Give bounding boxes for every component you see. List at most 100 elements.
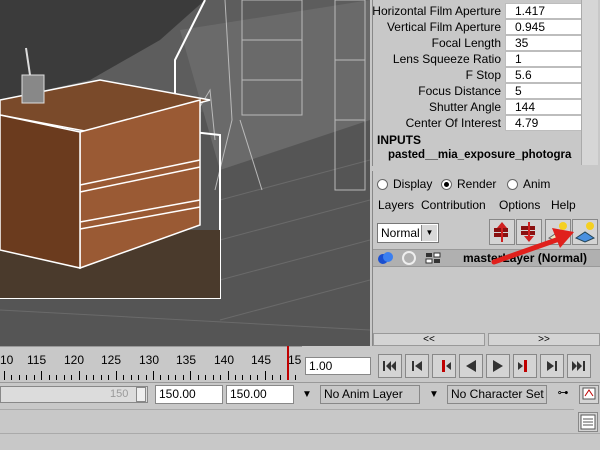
attr-label: Center Of Interest [405, 116, 501, 130]
script-editor-button[interactable] [578, 412, 598, 432]
timeline-tick [167, 375, 169, 380]
radio-render-label: Render [457, 177, 497, 191]
range-end-label: 150 [110, 388, 129, 400]
blend-mode-value: Normal [381, 226, 420, 240]
attr-row-focal-length: Focal Length 35 [373, 35, 587, 51]
blend-mode-select[interactable]: Normal ▼ [377, 223, 439, 243]
attribute-scrollbar[interactable] [581, 0, 598, 165]
timeline-tick [26, 375, 28, 380]
attr-value-field[interactable]: 35 [505, 35, 585, 51]
timeline-tick [272, 375, 274, 380]
timeline-tick [123, 375, 125, 380]
timeline-tick [71, 375, 73, 380]
attr-label: Focus Distance [418, 84, 501, 98]
timeline-tick [220, 375, 222, 380]
current-frame-marker[interactable] [287, 346, 299, 380]
timeline-tick [249, 375, 251, 380]
nav-left-button[interactable]: << [373, 333, 485, 346]
attr-label: Shutter Angle [428, 100, 501, 114]
timeline-tick [190, 371, 192, 380]
command-line[interactable] [0, 409, 574, 431]
skip-to-end-button[interactable] [567, 354, 591, 378]
timeline-tick [18, 375, 20, 380]
timeline-tick [153, 371, 154, 380]
tick-label: 125 [101, 353, 122, 367]
character-set-select[interactable]: No Character Set [447, 385, 547, 404]
attr-row-f-stop: F Stop 5.6 [373, 67, 587, 83]
timeline-tick [130, 375, 132, 380]
attr-value-field[interactable]: 1.417 [505, 3, 585, 19]
step-back-button[interactable] [405, 354, 429, 378]
step-forward-icon [547, 361, 557, 371]
radio-anim-dot[interactable] [507, 178, 518, 190]
preferences-icon[interactable] [579, 385, 599, 404]
play-forward-button[interactable] [486, 354, 510, 378]
attr-label: Vertical Film Aperture [386, 20, 501, 34]
timeline-tick [175, 375, 177, 380]
timeline-tick [205, 375, 207, 380]
chevron-down-icon[interactable]: ▼ [425, 385, 443, 404]
timeline-tick [4, 371, 5, 380]
range-slider-handle[interactable] [136, 387, 146, 402]
tick-label: 115 [27, 353, 47, 367]
menu-layers[interactable]: Layers [378, 198, 414, 212]
menu-help[interactable]: Help [551, 198, 576, 212]
viewport-3d[interactable] [0, 0, 370, 346]
timeline-tick [234, 375, 236, 380]
timeline-tick [212, 375, 214, 380]
chevron-down-icon[interactable]: ▼ [298, 385, 316, 404]
radio-render-dot[interactable] [441, 178, 452, 190]
radio-anim[interactable]: Anim [507, 177, 550, 191]
menu-options[interactable]: Options [499, 198, 540, 212]
end-time-field[interactable]: 150.00 [155, 385, 223, 404]
attr-row-vertical-film-aperture: Vertical Film Aperture 0.945 [373, 19, 587, 35]
attr-value-field[interactable]: 1 [505, 51, 585, 67]
next-key-icon [518, 360, 527, 372]
attr-row-focus-distance: Focus Distance 5 [373, 83, 587, 99]
inputs-node-name[interactable]: pasted__mia_exposure_photogra [388, 149, 571, 161]
radio-render[interactable]: Render [441, 177, 496, 191]
attr-value-field[interactable]: 144 [505, 99, 585, 115]
prev-key-icon [442, 360, 451, 372]
attr-value-field[interactable]: 5.6 [505, 67, 585, 83]
render-settings-icon[interactable] [424, 250, 442, 266]
annotation-arrow-icon [491, 228, 574, 265]
nav-right-button[interactable]: >> [488, 333, 600, 346]
attr-value-field[interactable]: 4.79 [505, 115, 585, 131]
attr-label: F Stop [465, 68, 501, 82]
attr-value-field[interactable]: 0.945 [505, 19, 585, 35]
anim-layer-select[interactable]: No Anim Layer [320, 385, 420, 404]
tick-label: 130 [139, 353, 160, 367]
recycle-icon[interactable] [400, 250, 418, 266]
attr-row-horizontal-film-aperture: Horizontal Film Aperture 1.417 [372, 3, 587, 19]
timeline-tick [227, 371, 229, 380]
play-backward-icon [466, 360, 476, 372]
playback-controls [374, 354, 600, 380]
timeline-tick [41, 371, 43, 380]
radio-display[interactable]: Display [377, 177, 432, 191]
timeline-tick [100, 375, 102, 380]
prev-key-button[interactable] [432, 354, 456, 378]
inputs-section-label: INPUTS [377, 133, 422, 147]
time-slider[interactable]: 10 115 120 125 130 135 140 145 15 [0, 346, 302, 382]
skip-to-start-button[interactable] [378, 354, 402, 378]
step-forward-button[interactable] [540, 354, 564, 378]
timeline-tick [48, 375, 50, 380]
render-layer-visibility-icon[interactable] [376, 250, 396, 266]
chevron-down-icon: ▼ [421, 225, 437, 241]
timeline-tick [264, 371, 266, 380]
attr-label: Focal Length [431, 36, 501, 50]
anim-end-field[interactable]: 150.00 [226, 385, 294, 404]
attr-row-center-of-interest: Center Of Interest 4.79 [373, 115, 587, 131]
attr-value-field[interactable]: 5 [505, 83, 585, 99]
radio-display-dot[interactable] [377, 178, 388, 190]
play-backward-button[interactable] [459, 354, 483, 378]
layer-nav-row: << >> [373, 333, 600, 346]
layer-list-area [373, 268, 600, 331]
key-icon[interactable]: ⊶ [551, 385, 575, 404]
current-frame-field[interactable]: 1.00 [305, 357, 371, 375]
attr-row-lens-squeeze-ratio: Lens Squeeze Ratio 1 [373, 51, 587, 67]
menu-contribution[interactable]: Contribution [421, 198, 486, 212]
timeline-tick [242, 375, 244, 380]
next-key-button[interactable] [513, 354, 537, 378]
